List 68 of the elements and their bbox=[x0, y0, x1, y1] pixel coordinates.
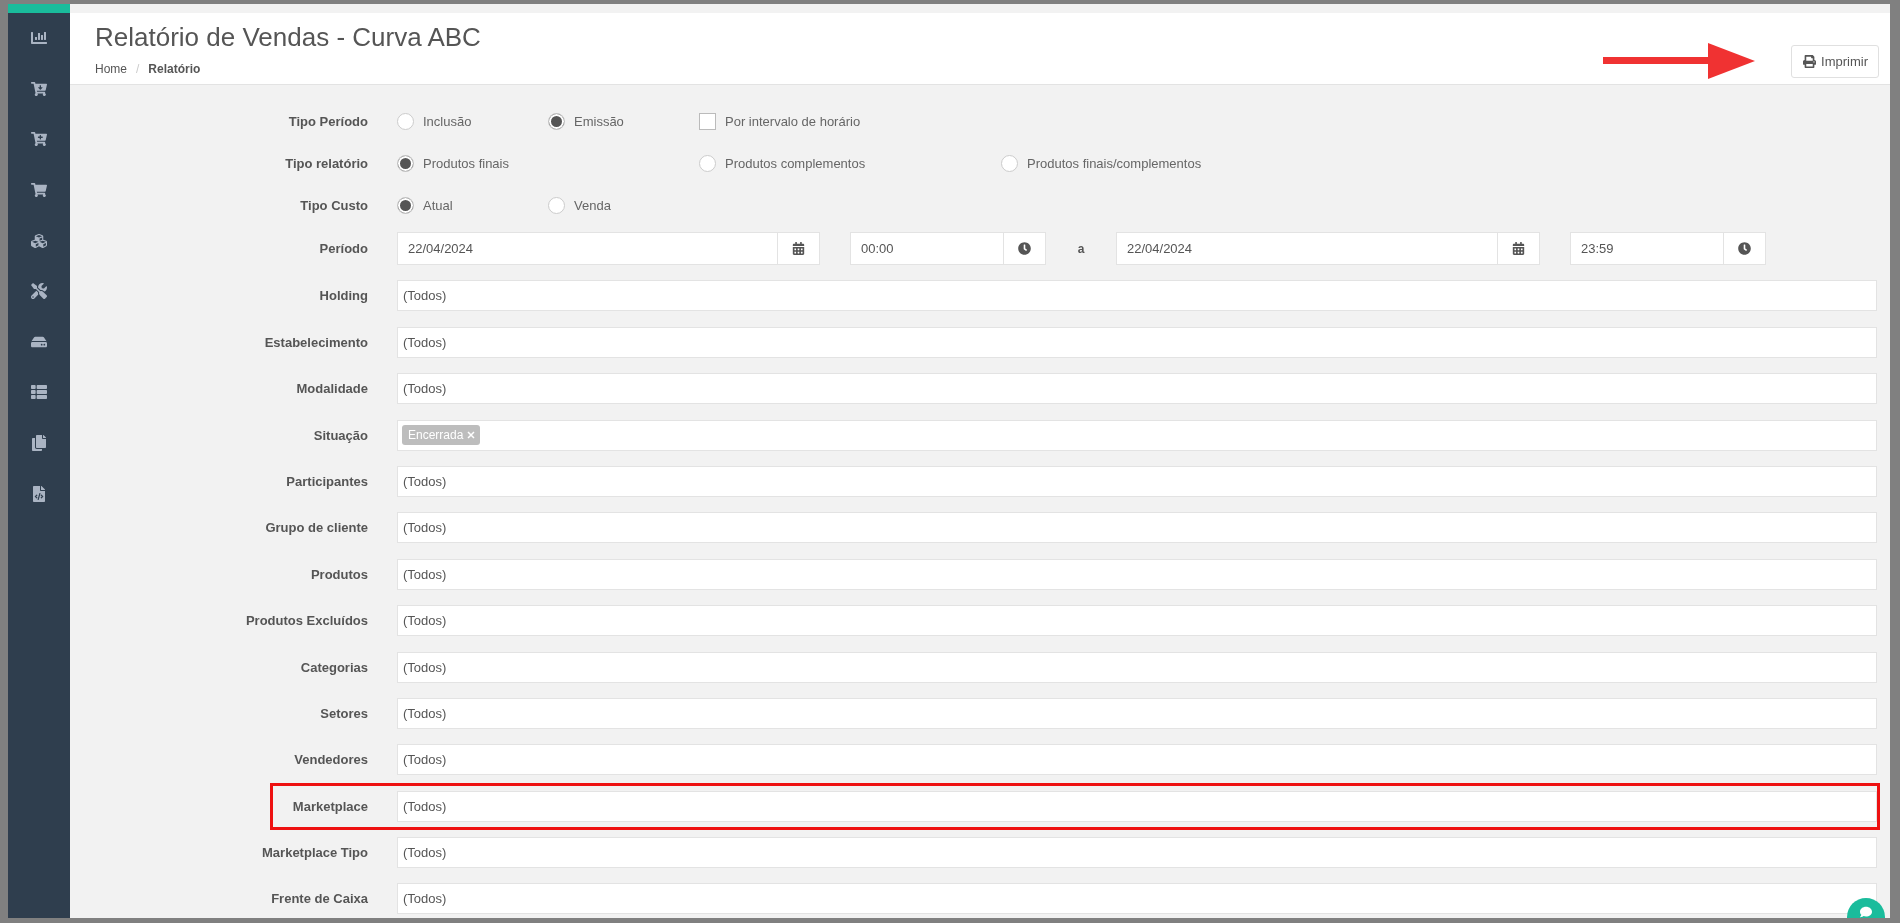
select-field[interactable]: (Todos) bbox=[397, 790, 1877, 822]
clock-button[interactable] bbox=[1724, 232, 1766, 265]
select-field[interactable]: (Todos) bbox=[397, 837, 1877, 869]
field-label: Tipo Custo bbox=[299, 197, 369, 213]
field-label: Categorias bbox=[299, 659, 369, 675]
selected-tag: Encerrada bbox=[402, 425, 481, 446]
date-field[interactable]: 22/04/2024 bbox=[397, 232, 778, 265]
field-label: Produtos bbox=[309, 566, 369, 582]
field-label: Estabelecimento bbox=[263, 334, 369, 350]
time-field[interactable]: 23:59 bbox=[1570, 232, 1724, 265]
chat-icon bbox=[1860, 906, 1872, 918]
select-field[interactable]: (Todos) bbox=[397, 744, 1877, 776]
radio-button[interactable] bbox=[1001, 154, 1018, 172]
radio-button[interactable] bbox=[699, 154, 716, 172]
radio-button[interactable] bbox=[548, 112, 565, 130]
select-field[interactable]: (Todos) bbox=[397, 326, 1877, 358]
calendar-icon bbox=[1512, 242, 1525, 255]
field-label: Produtos Excluídos bbox=[244, 613, 369, 629]
field-label: Tipo relatório bbox=[284, 155, 369, 171]
option-label: Por intervalo de horário bbox=[725, 113, 861, 129]
page-title: Relatório de Vendas - Curva ABC bbox=[95, 21, 482, 54]
select-field[interactable]: (Todos) bbox=[397, 605, 1877, 637]
select-field[interactable]: (Todos) bbox=[397, 465, 1877, 497]
breadcrumb-link[interactable]: Relatório bbox=[148, 62, 201, 76]
radio-button[interactable] bbox=[548, 196, 565, 214]
print-icon bbox=[1803, 54, 1817, 68]
radio-button[interactable] bbox=[397, 154, 414, 172]
clock-icon bbox=[1018, 242, 1031, 255]
clock-button[interactable] bbox=[1004, 232, 1046, 265]
breadcrumb-link[interactable]: Home bbox=[95, 62, 127, 76]
option-label: Produtos finais bbox=[423, 155, 509, 171]
field-label: Marketplace bbox=[291, 798, 369, 814]
calendar-button[interactable] bbox=[778, 232, 820, 265]
field-label: Modalidade bbox=[295, 381, 369, 397]
select-field[interactable]: (Todos) bbox=[397, 651, 1877, 683]
field-label: Período bbox=[318, 241, 369, 256]
option-label: Venda bbox=[574, 197, 611, 213]
print-button[interactable]: Imprimir bbox=[1791, 44, 1879, 78]
range-separator: a bbox=[1076, 241, 1086, 256]
select-field[interactable]: (Todos) bbox=[397, 697, 1877, 729]
option-label: Produtos complementos bbox=[725, 155, 866, 171]
select-field[interactable]: (Todos) bbox=[397, 512, 1877, 544]
field-label: Marketplace Tipo bbox=[261, 845, 369, 861]
clock-icon bbox=[1738, 242, 1751, 255]
field-label: Participantes bbox=[285, 473, 369, 489]
radio-button[interactable] bbox=[397, 196, 414, 214]
option-label: Emissão bbox=[574, 113, 624, 129]
calendar-button[interactable] bbox=[1498, 232, 1540, 265]
field-label: Setores bbox=[319, 705, 369, 721]
field-label: Holding bbox=[318, 288, 369, 304]
option-label: Atual bbox=[423, 197, 453, 213]
breadcrumb-separator: / bbox=[136, 62, 140, 76]
time-field[interactable]: 00:00 bbox=[850, 232, 1004, 265]
date-field[interactable]: 22/04/2024 bbox=[1116, 232, 1498, 265]
select-field[interactable]: (Todos) bbox=[397, 883, 1877, 915]
field-label: Frente de Caixa bbox=[270, 891, 369, 907]
calendar-icon bbox=[792, 242, 805, 255]
checkbox[interactable] bbox=[699, 112, 716, 130]
option-label: Inclusão bbox=[423, 113, 472, 129]
field-label: Tipo Período bbox=[287, 113, 369, 129]
field-label: Situação bbox=[312, 427, 369, 443]
select-field[interactable]: (Todos) bbox=[397, 373, 1877, 405]
select-field[interactable]: (Todos) bbox=[397, 280, 1877, 312]
option-label: Produtos finais/complementos bbox=[1027, 155, 1202, 171]
field-label: Vendedores bbox=[293, 752, 369, 768]
field-label: Grupo de cliente bbox=[264, 520, 369, 536]
radio-button[interactable] bbox=[397, 112, 414, 130]
select-field[interactable]: (Todos) bbox=[397, 558, 1877, 590]
